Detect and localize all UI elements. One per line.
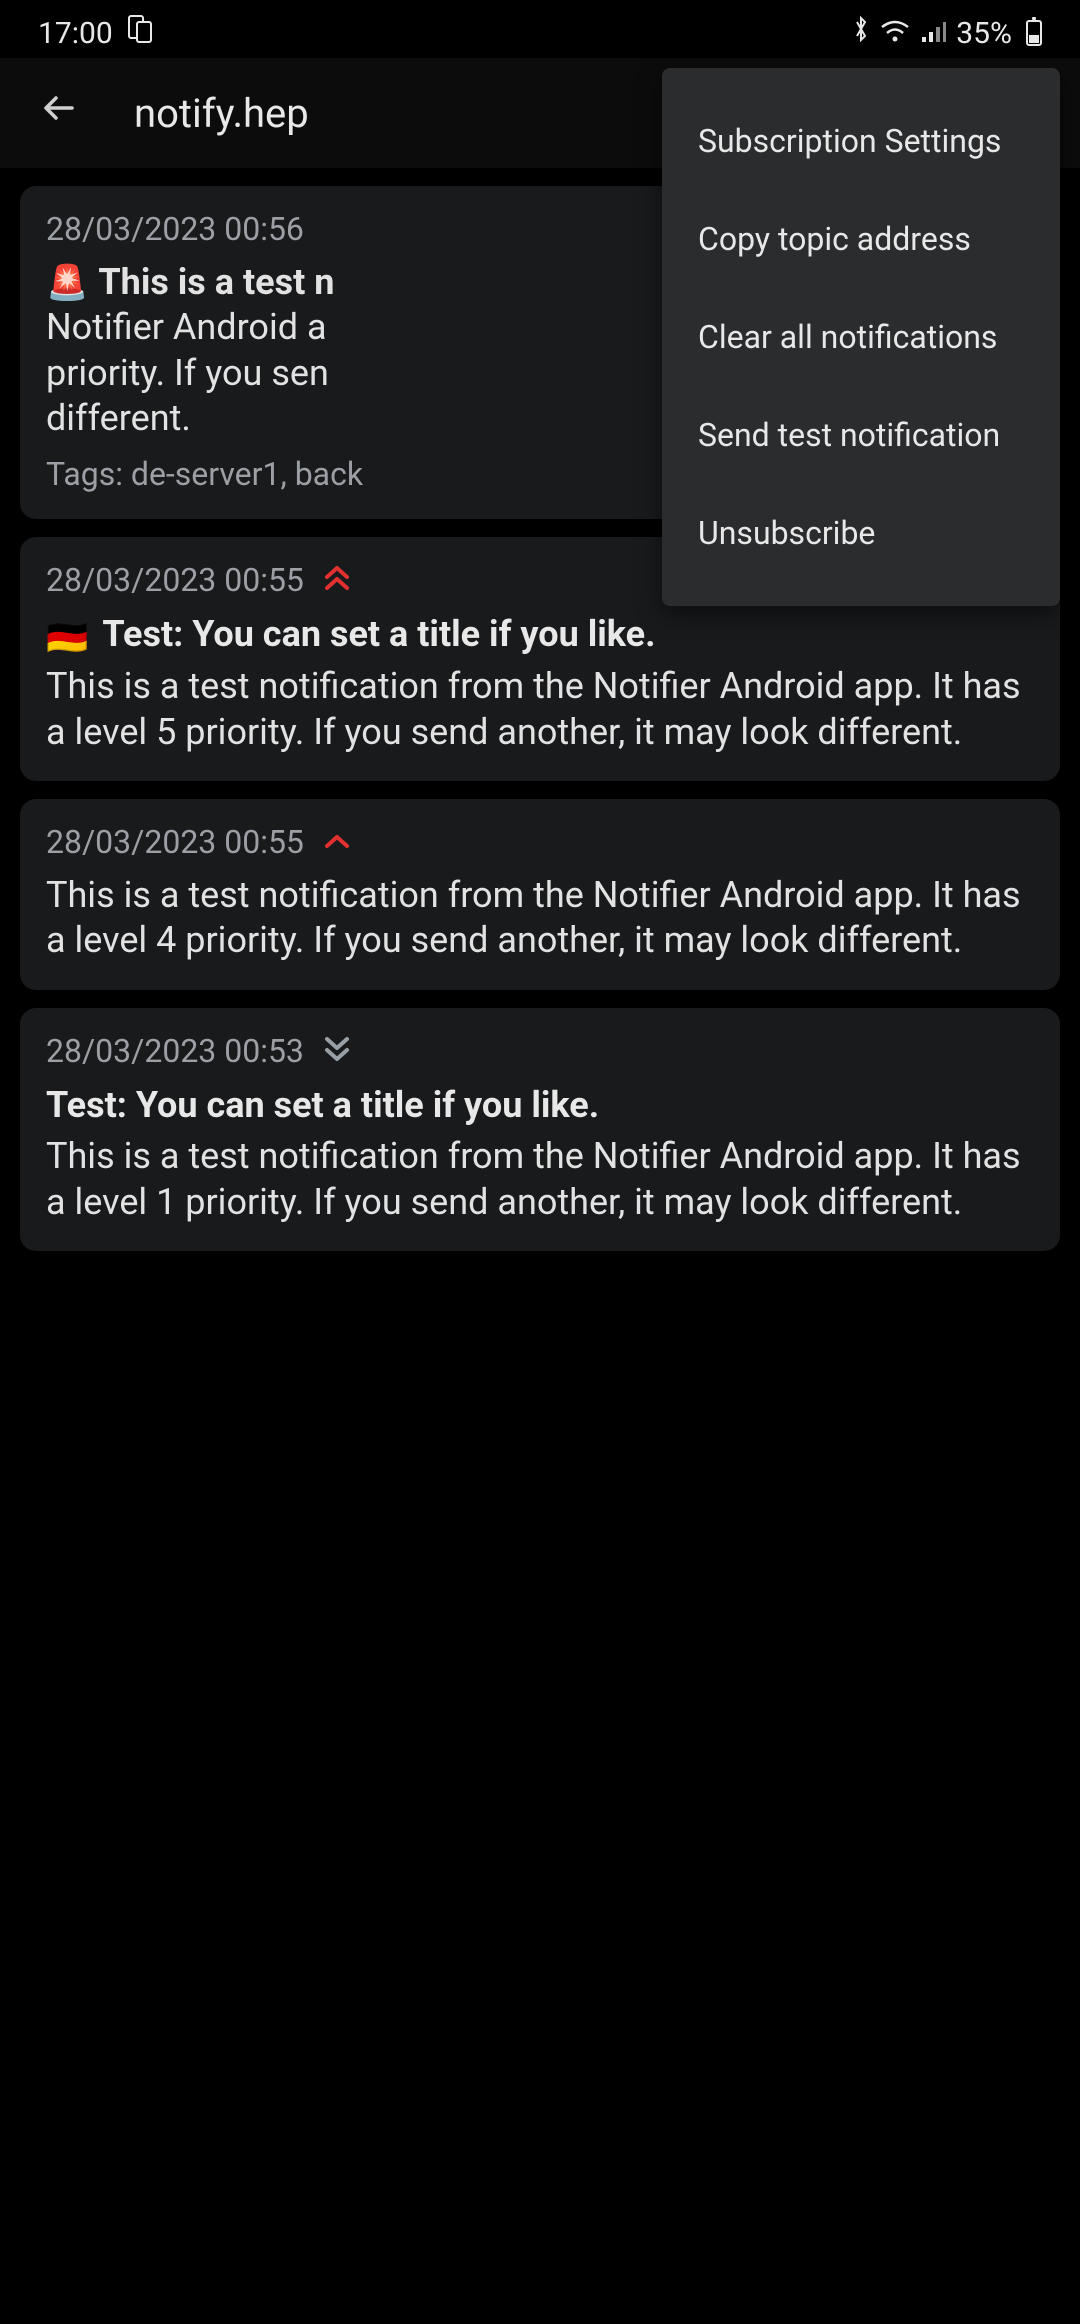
siren-emoji-icon: 🚨 — [46, 263, 88, 303]
wifi-icon — [880, 16, 910, 51]
notification-body: This is a test notification from the Not… — [46, 664, 1034, 755]
notification-card[interactable]: 28/03/2023 00:53 Test: You can set a tit… — [20, 1008, 1060, 1252]
menu-item-send-test-notification[interactable]: Send test notification — [662, 386, 1060, 484]
menu-item-unsubscribe[interactable]: Unsubscribe — [662, 484, 1060, 582]
status-left: 17:00 — [38, 14, 153, 52]
priority-high-double-icon — [324, 563, 350, 597]
priority-high-single-icon — [324, 828, 350, 856]
notification-date: 28/03/2023 00:56 — [46, 210, 304, 248]
bluetooth-icon — [852, 15, 870, 51]
notification-date: 28/03/2023 00:53 — [46, 1032, 304, 1070]
status-bar: 17:00 — [0, 8, 1080, 58]
notification-body: This is a test notification from the Not… — [46, 873, 1034, 964]
back-arrow-icon[interactable] — [40, 88, 80, 138]
notification-date: 28/03/2023 00:55 — [46, 823, 304, 861]
options-menu: Subscription Settings Copy topic address… — [662, 68, 1060, 606]
battery-icon — [1026, 20, 1042, 46]
notification-card[interactable]: 28/03/2023 00:55 This is a test notifica… — [20, 799, 1060, 990]
signal-icon — [920, 16, 946, 51]
notification-title: Test: You can set a title if you like. — [46, 1082, 1034, 1129]
status-time: 17:00 — [38, 16, 113, 51]
notification-title: Test: You can set a title if you like. — [102, 611, 655, 658]
menu-item-copy-topic-address[interactable]: Copy topic address — [662, 190, 1060, 288]
menu-item-subscription-settings[interactable]: Subscription Settings — [662, 92, 1060, 190]
status-right: 35% — [852, 15, 1042, 51]
menu-item-clear-all-notifications[interactable]: Clear all notifications — [662, 288, 1060, 386]
priority-low-icon — [324, 1034, 350, 1068]
device-icon — [127, 14, 153, 52]
notification-body: This is a test notification from the Not… — [46, 1134, 1034, 1225]
notification-date: 28/03/2023 00:55 — [46, 561, 304, 599]
page-title: notify.hep — [134, 90, 309, 137]
battery-percent: 35% — [956, 16, 1012, 51]
flag-de-emoji-icon: 🇩🇪 — [46, 618, 88, 658]
